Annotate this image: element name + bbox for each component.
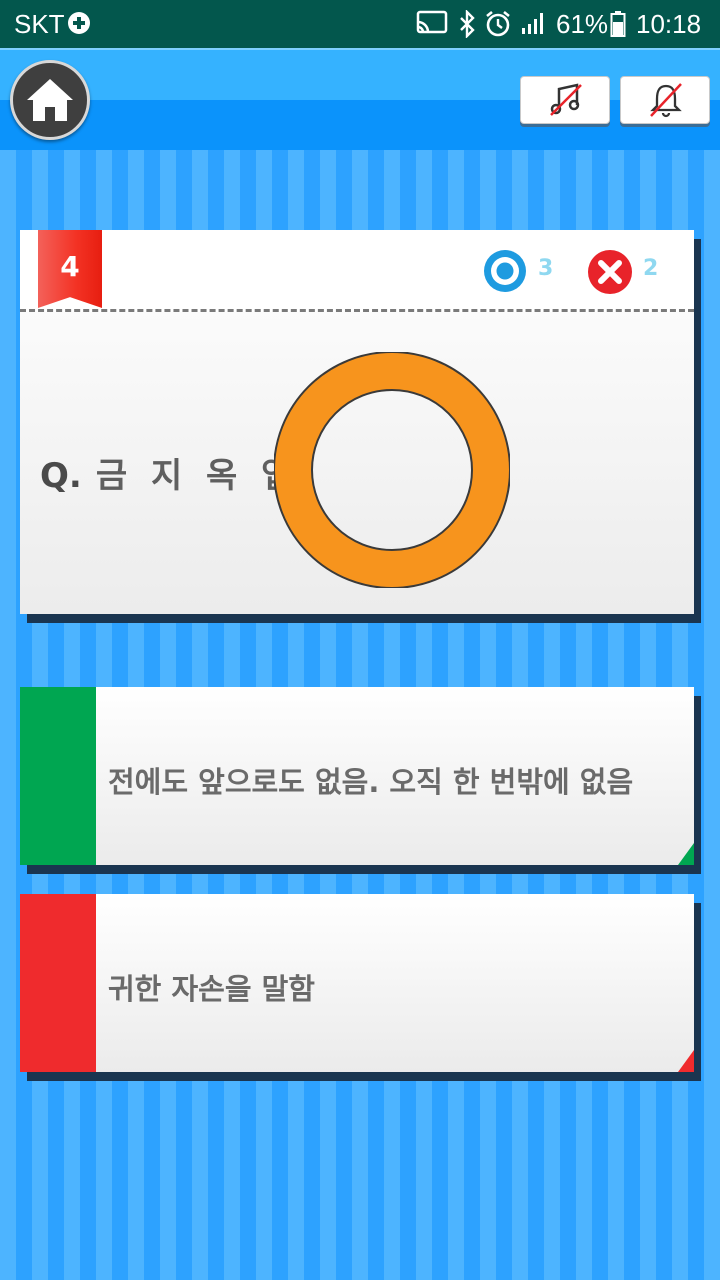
answer-option-1[interactable]: 전에도 앞으로도 없음. 오직 한 번밖에 없음 <box>20 687 694 865</box>
battery-icon <box>610 10 626 45</box>
question-prefix: Q. <box>40 456 82 496</box>
game-controller-icon <box>66 10 92 43</box>
question-body: 금 지 옥 엽 <box>95 456 299 496</box>
answer-color-bar <box>20 894 96 1072</box>
signal-icon <box>520 10 548 43</box>
correct-icon <box>482 248 528 298</box>
question-header: 4 3 2 <box>20 230 694 312</box>
correct-count: 3 <box>538 256 554 281</box>
answer-text: 귀한 자손을 말함 <box>108 972 315 1006</box>
carrier-label: SKT <box>14 9 65 39</box>
wrong-count: 2 <box>643 256 659 281</box>
answer-fold <box>678 843 694 865</box>
orange-circle-o-icon <box>273 351 511 592</box>
home-icon <box>27 79 73 121</box>
answer-text: 전에도 앞으로도 없음. 오직 한 번밖에 없음 <box>108 765 634 799</box>
clock: 10:18 <box>636 9 702 39</box>
music-off-icon <box>550 83 582 116</box>
answer-color-bar <box>20 687 96 865</box>
music-toggle-button[interactable] <box>520 76 610 124</box>
status-bar: SKT 61% 10:18 <box>0 0 720 48</box>
question-text: Q. 금 지 옥 엽 <box>40 448 298 497</box>
wrong-icon <box>586 248 634 300</box>
notification-toggle-button[interactable] <box>620 76 710 124</box>
bluetooth-icon <box>458 9 476 45</box>
bell-off-icon <box>650 83 682 118</box>
question-number-ribbon: 4 <box>38 230 102 308</box>
cast-icon <box>416 10 448 43</box>
top-toolbar <box>0 48 720 150</box>
answer-option-2[interactable]: 귀한 자손을 말함 <box>20 894 694 1072</box>
answer-fold <box>678 1050 694 1072</box>
question-number: 4 <box>60 250 80 283</box>
alarm-icon <box>484 10 512 45</box>
home-button[interactable] <box>10 60 90 140</box>
battery-percent: 61% <box>556 9 609 39</box>
question-card: 4 3 2 Q. 금 지 옥 엽 <box>20 230 694 614</box>
